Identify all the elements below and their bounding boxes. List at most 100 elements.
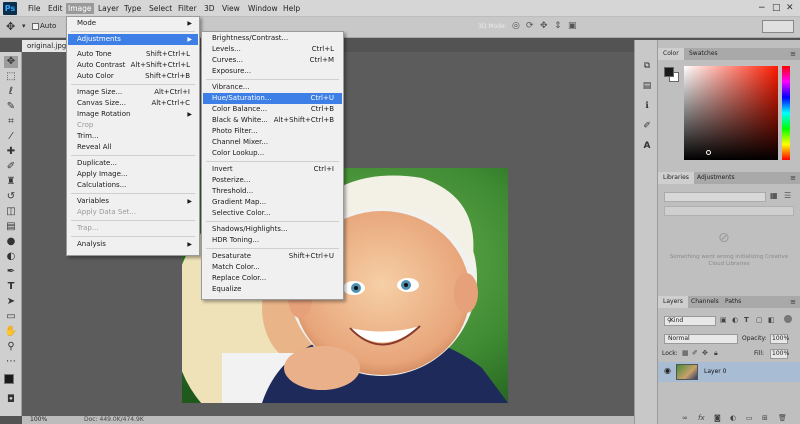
menu-item-image-size[interactable]: Image Size... Alt+Ctrl+I <box>68 87 198 98</box>
tab-color[interactable]: Color <box>658 48 684 60</box>
lock-transparent-icon[interactable]: ▦ <box>682 349 689 357</box>
tab-adjustments[interactable]: Adjustments <box>692 172 740 184</box>
filter-type-icon[interactable]: T <box>744 316 749 324</box>
move-tool-icon[interactable]: ✥ <box>6 20 15 33</box>
menu-item-brightness-contrast[interactable]: Brightness/Contrast... <box>203 33 342 44</box>
character-panel-icon[interactable]: A <box>641 140 653 152</box>
menu-item-color-lookup[interactable]: Color Lookup... <box>203 148 342 159</box>
menu-edit[interactable]: Edit <box>48 3 63 14</box>
foreground-color-swatch[interactable] <box>4 374 14 384</box>
chevron-down-icon[interactable]: ▾ <box>22 22 26 30</box>
new-layer-icon[interactable]: ⊞ <box>762 414 768 422</box>
menu-item-auto-color[interactable]: Auto Color Shift+Ctrl+B <box>68 71 198 82</box>
panel-menu-icon[interactable]: ≡ <box>790 172 796 184</box>
menu-item-variables[interactable]: Variables ▶ <box>68 196 198 207</box>
quick-mask-icon[interactable]: ◘ <box>4 394 18 406</box>
quick-select-tool-icon[interactable]: ✎ <box>4 101 18 113</box>
grid-view-icon[interactable]: ▦ <box>770 191 778 200</box>
menu-item-curves[interactable]: Curves... Ctrl+M <box>203 55 342 66</box>
menu-item-hdr-toning[interactable]: HDR Toning... <box>203 235 342 246</box>
menu-item-match-color[interactable]: Match Color... <box>203 262 342 273</box>
menu-item-apply-image[interactable]: Apply Image... <box>68 169 198 180</box>
rectangle-tool-icon[interactable]: ▭ <box>4 311 18 323</box>
filter-adjustment-icon[interactable]: ◐ <box>732 316 738 324</box>
menu-image[interactable]: Image <box>66 3 94 14</box>
opacity-input[interactable]: 100% <box>770 334 789 344</box>
blur-tool-icon[interactable]: ● <box>4 236 18 248</box>
panel-menu-icon[interactable]: ≡ <box>790 296 796 308</box>
menu-item-trim[interactable]: Trim... <box>68 131 198 142</box>
pen-tool-icon[interactable]: ✒ <box>4 266 18 278</box>
menu-item-duplicate[interactable]: Duplicate... <box>68 158 198 169</box>
3d-orbit-icon[interactable]: ◎ <box>512 21 520 31</box>
library-dropdown[interactable] <box>664 192 766 202</box>
adjustment-layer-icon[interactable]: ◐ <box>730 414 736 422</box>
tab-paths[interactable]: Paths <box>720 296 746 308</box>
menu-item-photo-filter[interactable]: Photo Filter... <box>203 126 342 137</box>
filter-shape-icon[interactable]: ▢ <box>756 316 763 324</box>
menu-item-canvas-size[interactable]: Canvas Size... Alt+Ctrl+C <box>68 98 198 109</box>
menu-item-equalize[interactable]: Equalize <box>203 284 342 295</box>
type-tool-icon[interactable]: T <box>4 281 18 293</box>
layer-mask-icon[interactable]: ◙ <box>714 414 721 422</box>
menu-item-posterize[interactable]: Posterize... <box>203 175 342 186</box>
hand-tool-icon[interactable]: ✋ <box>4 326 18 338</box>
menu-item-desaturate[interactable]: Desaturate Shift+Ctrl+U <box>203 251 342 262</box>
menu-item-image-rotation[interactable]: Image Rotation ▶ <box>68 109 198 120</box>
layer-name[interactable]: Layer 0 <box>704 368 726 375</box>
filter-toggle-icon[interactable] <box>784 315 792 323</box>
library-search-input[interactable] <box>664 206 794 216</box>
lock-position-icon[interactable]: ✥ <box>702 349 708 357</box>
menu-item-analysis[interactable]: Analysis ▶ <box>68 239 198 250</box>
menu-item-mode[interactable]: Mode ▶ <box>68 18 198 29</box>
move-tool-icon[interactable]: ✥ <box>4 56 18 68</box>
brush-tool-icon[interactable]: ✐ <box>4 161 18 173</box>
info-panel-icon[interactable]: ℹ <box>641 100 653 112</box>
new-group-icon[interactable]: ▭ <box>746 414 753 422</box>
menu-filter[interactable]: Filter <box>178 3 197 14</box>
menu-window[interactable]: Window <box>248 3 278 14</box>
menu-item-replace-color[interactable]: Replace Color... <box>203 273 342 284</box>
menu-item-reveal-all[interactable]: Reveal All <box>68 142 198 153</box>
foreground-color-swatch[interactable] <box>664 67 674 77</box>
menu-item-selective-color[interactable]: Selective Color... <box>203 208 342 219</box>
menu-item-black-white[interactable]: Black & White... Alt+Shift+Ctrl+B <box>203 115 342 126</box>
layer-row[interactable]: ◉ Layer 0 <box>658 362 800 382</box>
menu-view[interactable]: View <box>222 3 240 14</box>
delete-layer-icon[interactable]: 🗑︎ <box>778 414 787 422</box>
menu-item-invert[interactable]: Invert Ctrl+I <box>203 164 342 175</box>
menu-layer[interactable]: Layer <box>98 3 119 14</box>
menu-item-gradient-map[interactable]: Gradient Map... <box>203 197 342 208</box>
menu-item-threshold[interactable]: Threshold... <box>203 186 342 197</box>
panel-menu-icon[interactable]: ≡ <box>790 48 796 60</box>
menu-item-adjustments[interactable]: Adjustments ▶ <box>68 34 198 45</box>
eyedropper-tool-icon[interactable]: ⁄ <box>4 131 18 143</box>
close-icon[interactable]: ✕ <box>786 3 794 13</box>
menu-item-auto-tone[interactable]: Auto Tone Shift+Ctrl+L <box>68 49 198 60</box>
zoom-level[interactable]: 100% <box>30 416 47 424</box>
menu-item-auto-contrast[interactable]: Auto Contrast Alt+Shift+Ctrl+L <box>68 60 198 71</box>
menu-item-levels[interactable]: Levels... Ctrl+L <box>203 44 342 55</box>
menu-item-shadows-highlights[interactable]: Shadows/Highlights... <box>203 224 342 235</box>
3d-pan-icon[interactable]: ✥ <box>540 21 548 31</box>
dodge-tool-icon[interactable]: ◐ <box>4 251 18 263</box>
menu-item-channel-mixer[interactable]: Channel Mixer... <box>203 137 342 148</box>
menu-file[interactable]: File <box>28 3 41 14</box>
history-panel-icon[interactable]: ⧉ <box>641 60 653 72</box>
link-layers-icon[interactable]: ∞ <box>682 414 688 422</box>
menu-item-color-balance[interactable]: Color Balance... Ctrl+B <box>203 104 342 115</box>
lasso-tool-icon[interactable]: ℓ <box>4 86 18 98</box>
auto-select-checkbox[interactable] <box>32 23 39 30</box>
layer-style-icon[interactable]: fx <box>698 414 705 422</box>
visibility-eye-icon[interactable]: ◉ <box>664 366 671 375</box>
hue-slider[interactable] <box>782 66 790 160</box>
menu-select[interactable]: Select <box>149 3 172 14</box>
workspace-switcher[interactable] <box>762 20 794 33</box>
3d-roll-icon[interactable]: ⟳ <box>526 21 534 31</box>
menu-item-vibrance[interactable]: Vibrance... <box>203 82 342 93</box>
filter-pixel-icon[interactable]: ▣ <box>720 316 727 324</box>
blend-mode-dropdown[interactable]: Normal <box>664 334 738 344</box>
properties-panel-icon[interactable]: ▤ <box>641 80 653 92</box>
healing-brush-tool-icon[interactable]: ✚ <box>4 146 18 158</box>
maximize-icon[interactable]: □ <box>772 3 781 13</box>
